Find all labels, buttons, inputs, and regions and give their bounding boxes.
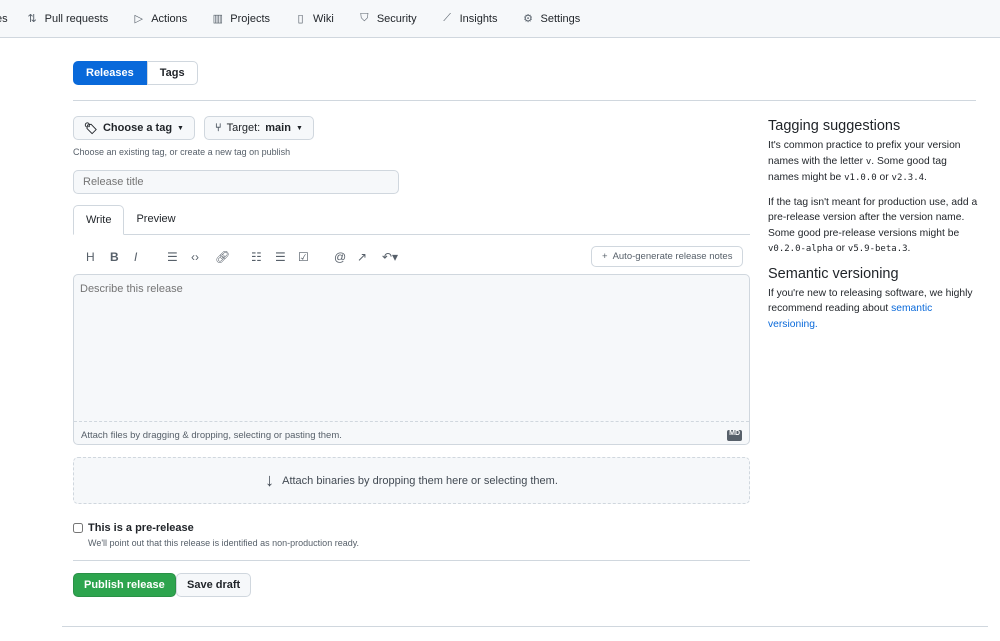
nav-item-issues[interactable]: es — [0, 13, 8, 25]
graph-icon: ⟋ — [443, 12, 451, 24]
attach-binaries-dropzone[interactable]: ↓ Attach binaries by dropping them here … — [73, 457, 750, 504]
editor-tabs: Write Preview — [73, 205, 188, 235]
bold-icon[interactable]: B — [110, 250, 119, 264]
italic-icon[interactable]: I — [134, 250, 137, 264]
release-body-textarea[interactable] — [74, 275, 749, 422]
ordered-list-icon[interactable]: ☰ — [275, 250, 286, 264]
releases-tags-toggle: Releases Tags — [73, 61, 198, 85]
unordered-list-icon[interactable]: ☷ — [251, 250, 262, 264]
tab-preview[interactable]: Preview — [124, 205, 187, 235]
tabs-divider — [73, 234, 750, 235]
releases-tab[interactable]: Releases — [73, 61, 147, 85]
nav-item-pull-requests[interactable]: ⇅ Pull requests — [26, 12, 109, 26]
choose-tag-button[interactable]: 🏷︎ Choose a tag ▼ — [73, 116, 195, 140]
branch-icon: ⑂ — [215, 122, 222, 134]
arrow-down-icon: ↓ — [265, 470, 275, 490]
nav-item-security[interactable]: ⛉ Security — [358, 12, 416, 25]
prerelease-checkbox[interactable] — [73, 523, 83, 533]
release-body-editor: Attach files by dragging & dropping, sel… — [73, 274, 750, 445]
gear-icon: ⚙ — [523, 13, 533, 25]
heading-icon[interactable]: H — [86, 250, 95, 264]
markdown-icon[interactable]: MD — [727, 430, 742, 441]
reference-icon[interactable]: ↗ — [357, 250, 367, 264]
tagging-sidebar: Tagging suggestions It's common practice… — [768, 118, 978, 340]
tagging-suggestions-heading: Tagging suggestions — [768, 118, 901, 134]
task-list-icon[interactable]: ☑ — [298, 250, 309, 264]
repo-nav: es ⇅Pull requests ▷Actions ▥Projects ▯Wi… — [0, 0, 1000, 38]
reply-icon[interactable]: ↶▾ — [382, 250, 398, 264]
mention-icon[interactable]: @ — [334, 250, 346, 264]
nav-item-settings[interactable]: ⚙ Settings — [522, 12, 580, 26]
quote-icon[interactable]: ☰ — [167, 250, 178, 264]
divider — [73, 560, 750, 561]
save-draft-button[interactable]: Save draft — [176, 573, 252, 597]
tags-tab[interactable]: Tags — [146, 61, 198, 85]
plus-icon: + — [602, 251, 608, 262]
tag-icon: 🏷︎ — [84, 122, 98, 135]
nav-item-wiki[interactable]: ▯ Wiki — [294, 12, 334, 26]
publish-release-button[interactable]: Publish release — [73, 573, 176, 597]
target-branch-button[interactable]: ⑂ Target: main ▼ — [204, 116, 314, 140]
release-title-input[interactable] — [73, 170, 399, 194]
nav-item-insights[interactable]: ⟋ Insights — [441, 12, 497, 25]
book-icon: ▯ — [297, 13, 304, 25]
link-icon[interactable]: 🔗︎ — [215, 250, 230, 264]
code-icon[interactable]: ‹› — [191, 250, 199, 264]
auto-generate-button[interactable]: + Auto-generate release notes — [591, 246, 744, 267]
nav-item-actions[interactable]: ▷ Actions — [132, 12, 187, 26]
play-icon: ▷ — [134, 13, 143, 25]
prerelease-hint: We'll point out that this release is ide… — [88, 538, 360, 548]
nav-item-projects[interactable]: ▥ Projects — [211, 12, 270, 26]
tagging-paragraph-1: It's common practice to prefix your vers… — [768, 140, 961, 183]
prerelease-label[interactable]: This is a pre-release — [88, 522, 194, 534]
semver-heading: Semantic versioning — [768, 265, 899, 282]
project-icon: ▥ — [212, 13, 223, 25]
divider — [73, 100, 976, 101]
pull-request-icon: ⇅ — [27, 13, 37, 25]
tag-hint: Choose an existing tag, or create a new … — [73, 147, 291, 157]
attach-files-hint[interactable]: Attach files by dragging & dropping, sel… — [81, 430, 342, 441]
tab-write[interactable]: Write — [73, 205, 125, 235]
footer-divider — [62, 626, 988, 627]
shield-icon: ⛉ — [360, 12, 369, 24]
semver-paragraph: If you're new to releasing software, we … — [768, 287, 973, 330]
tagging-paragraph-2: If the tag isn't meant for production us… — [768, 196, 978, 255]
caret-down-icon: ▼ — [177, 124, 184, 132]
caret-down-icon: ▼ — [295, 124, 303, 132]
